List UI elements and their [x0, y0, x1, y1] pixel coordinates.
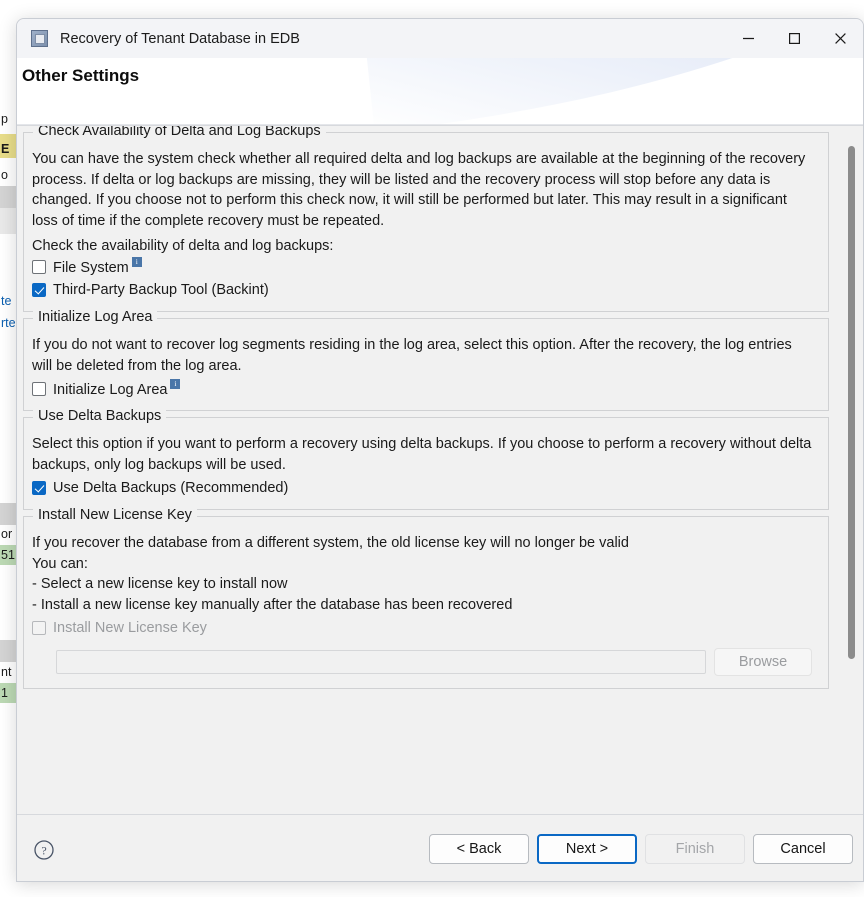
- group-title: Use Delta Backups: [33, 408, 167, 424]
- group-sub-label: Check the availability of delta and log …: [32, 238, 334, 254]
- settings-group: Initialize Log Area If you do not want to…: [23, 309, 829, 411]
- group-title: Install New License Key: [33, 507, 197, 523]
- button-back[interactable]: < Back: [429, 834, 529, 864]
- scrollbar-track[interactable]: [845, 132, 858, 808]
- group-body: If you do not want to recover log segmen…: [24, 319, 828, 404]
- header-decoration-swoosh: [354, 58, 863, 124]
- wizard-button-bar: < Back Next > Finish Cancel: [429, 834, 853, 864]
- backdrop-text-fragment: 1: [1, 686, 8, 700]
- group-description: If you recover the database from a diffe…: [32, 535, 629, 551]
- maximize-icon[interactable]: [771, 19, 817, 58]
- browse-button: Browse: [714, 648, 812, 676]
- dialog-footer: ? < Back Next > Finish Cancel: [17, 814, 863, 881]
- checkbox-label: Third-Party Backup Tool (Backint): [53, 282, 269, 298]
- settings-content-area: Check Availability of Delta and Log Back…: [17, 125, 863, 814]
- settings-groups: Check Availability of Delta and Log Back…: [23, 126, 829, 808]
- backdrop-text-fragment: nt: [1, 665, 12, 679]
- settings-group: Install New License Key If you recover th…: [23, 507, 829, 689]
- settings-group: Check Availability of Delta and Log Back…: [23, 126, 829, 312]
- title-bar[interactable]: Recovery of Tenant Database in EDB: [17, 19, 863, 58]
- checkbox-initialize-log-area[interactable]: [32, 382, 46, 396]
- close-icon[interactable]: [817, 19, 863, 58]
- backdrop-text-fragment: te: [1, 294, 12, 308]
- license-key-field-row: Browse: [56, 648, 812, 676]
- info-icon[interactable]: i: [170, 378, 181, 389]
- scrollbar-thumb[interactable]: [848, 145, 855, 660]
- checkbox-label: Use Delta Backups (Recommended): [53, 480, 289, 496]
- checkbox-row[interactable]: Third-Party Backup Tool (Backint): [32, 280, 820, 300]
- vertical-scrollbar[interactable]: [845, 132, 858, 808]
- group-description: Select this option if you want to perfor…: [32, 436, 812, 473]
- checkbox-label: Initialize Log Area i: [53, 378, 181, 397]
- group-title: Check Availability of Delta and Log Back…: [33, 126, 326, 139]
- help-question-icon[interactable]: ?: [33, 839, 55, 861]
- checkbox-row[interactable]: File System i: [32, 256, 820, 277]
- group-body: You can have the system check whether al…: [24, 133, 828, 305]
- checkbox-row: Install New License Key: [32, 618, 820, 638]
- group-description: You can have the system check whether al…: [32, 151, 806, 229]
- database-window-icon: [31, 30, 48, 47]
- minimize-icon[interactable]: [725, 19, 771, 58]
- checkbox-row[interactable]: Use Delta Backups (Recommended): [32, 478, 820, 498]
- group-description: You can:: [32, 555, 88, 572]
- wizard-dialog: Recovery of Tenant Database in EDB Other…: [16, 18, 864, 882]
- checkbox-third-party-backup-tool-backint[interactable]: [32, 283, 46, 297]
- settings-group: Use Delta Backups Select this option if y…: [23, 408, 829, 510]
- group-title: Initialize Log Area: [33, 309, 158, 325]
- backdrop-text-fragment: or: [1, 527, 13, 541]
- button-cancel[interactable]: Cancel: [753, 834, 853, 864]
- checkbox-label: Install New License Key: [53, 620, 207, 636]
- checkbox-install-new-license-key: [32, 621, 46, 635]
- svg-text:?: ?: [41, 844, 46, 858]
- backdrop-text-fragment: o: [1, 168, 8, 182]
- checkbox-use-delta-backups-recommended[interactable]: [32, 481, 46, 495]
- window-title: Recovery of Tenant Database in EDB: [60, 30, 300, 47]
- info-icon[interactable]: i: [131, 256, 142, 267]
- backdrop-text-fragment: p: [1, 112, 8, 126]
- page-title: Other Settings: [22, 66, 140, 85]
- checkbox-label: File System i: [53, 256, 142, 275]
- checkbox-row[interactable]: Initialize Log Area i: [32, 378, 820, 399]
- button-next[interactable]: Next >: [537, 834, 637, 864]
- button-finish: Finish: [645, 834, 745, 864]
- group-description: - Install a new license key manually aft…: [32, 596, 513, 613]
- group-description: - Select a new license key to install no…: [32, 576, 288, 592]
- backdrop-text-fragment: 51: [1, 548, 15, 562]
- group-description: If you do not want to recover log segmen…: [32, 337, 792, 374]
- checkbox-file-system[interactable]: [32, 260, 46, 274]
- backdrop-text-fragment: E: [1, 142, 10, 156]
- group-body: Select this option if you want to perfor…: [24, 418, 828, 503]
- group-body: If you recover the database from a diffe…: [24, 517, 828, 682]
- window-controls: [725, 19, 863, 58]
- license-key-path-input: [56, 650, 706, 674]
- backdrop-text-fragment: rte: [1, 316, 16, 330]
- dialog-header: Other Settings: [17, 58, 863, 125]
